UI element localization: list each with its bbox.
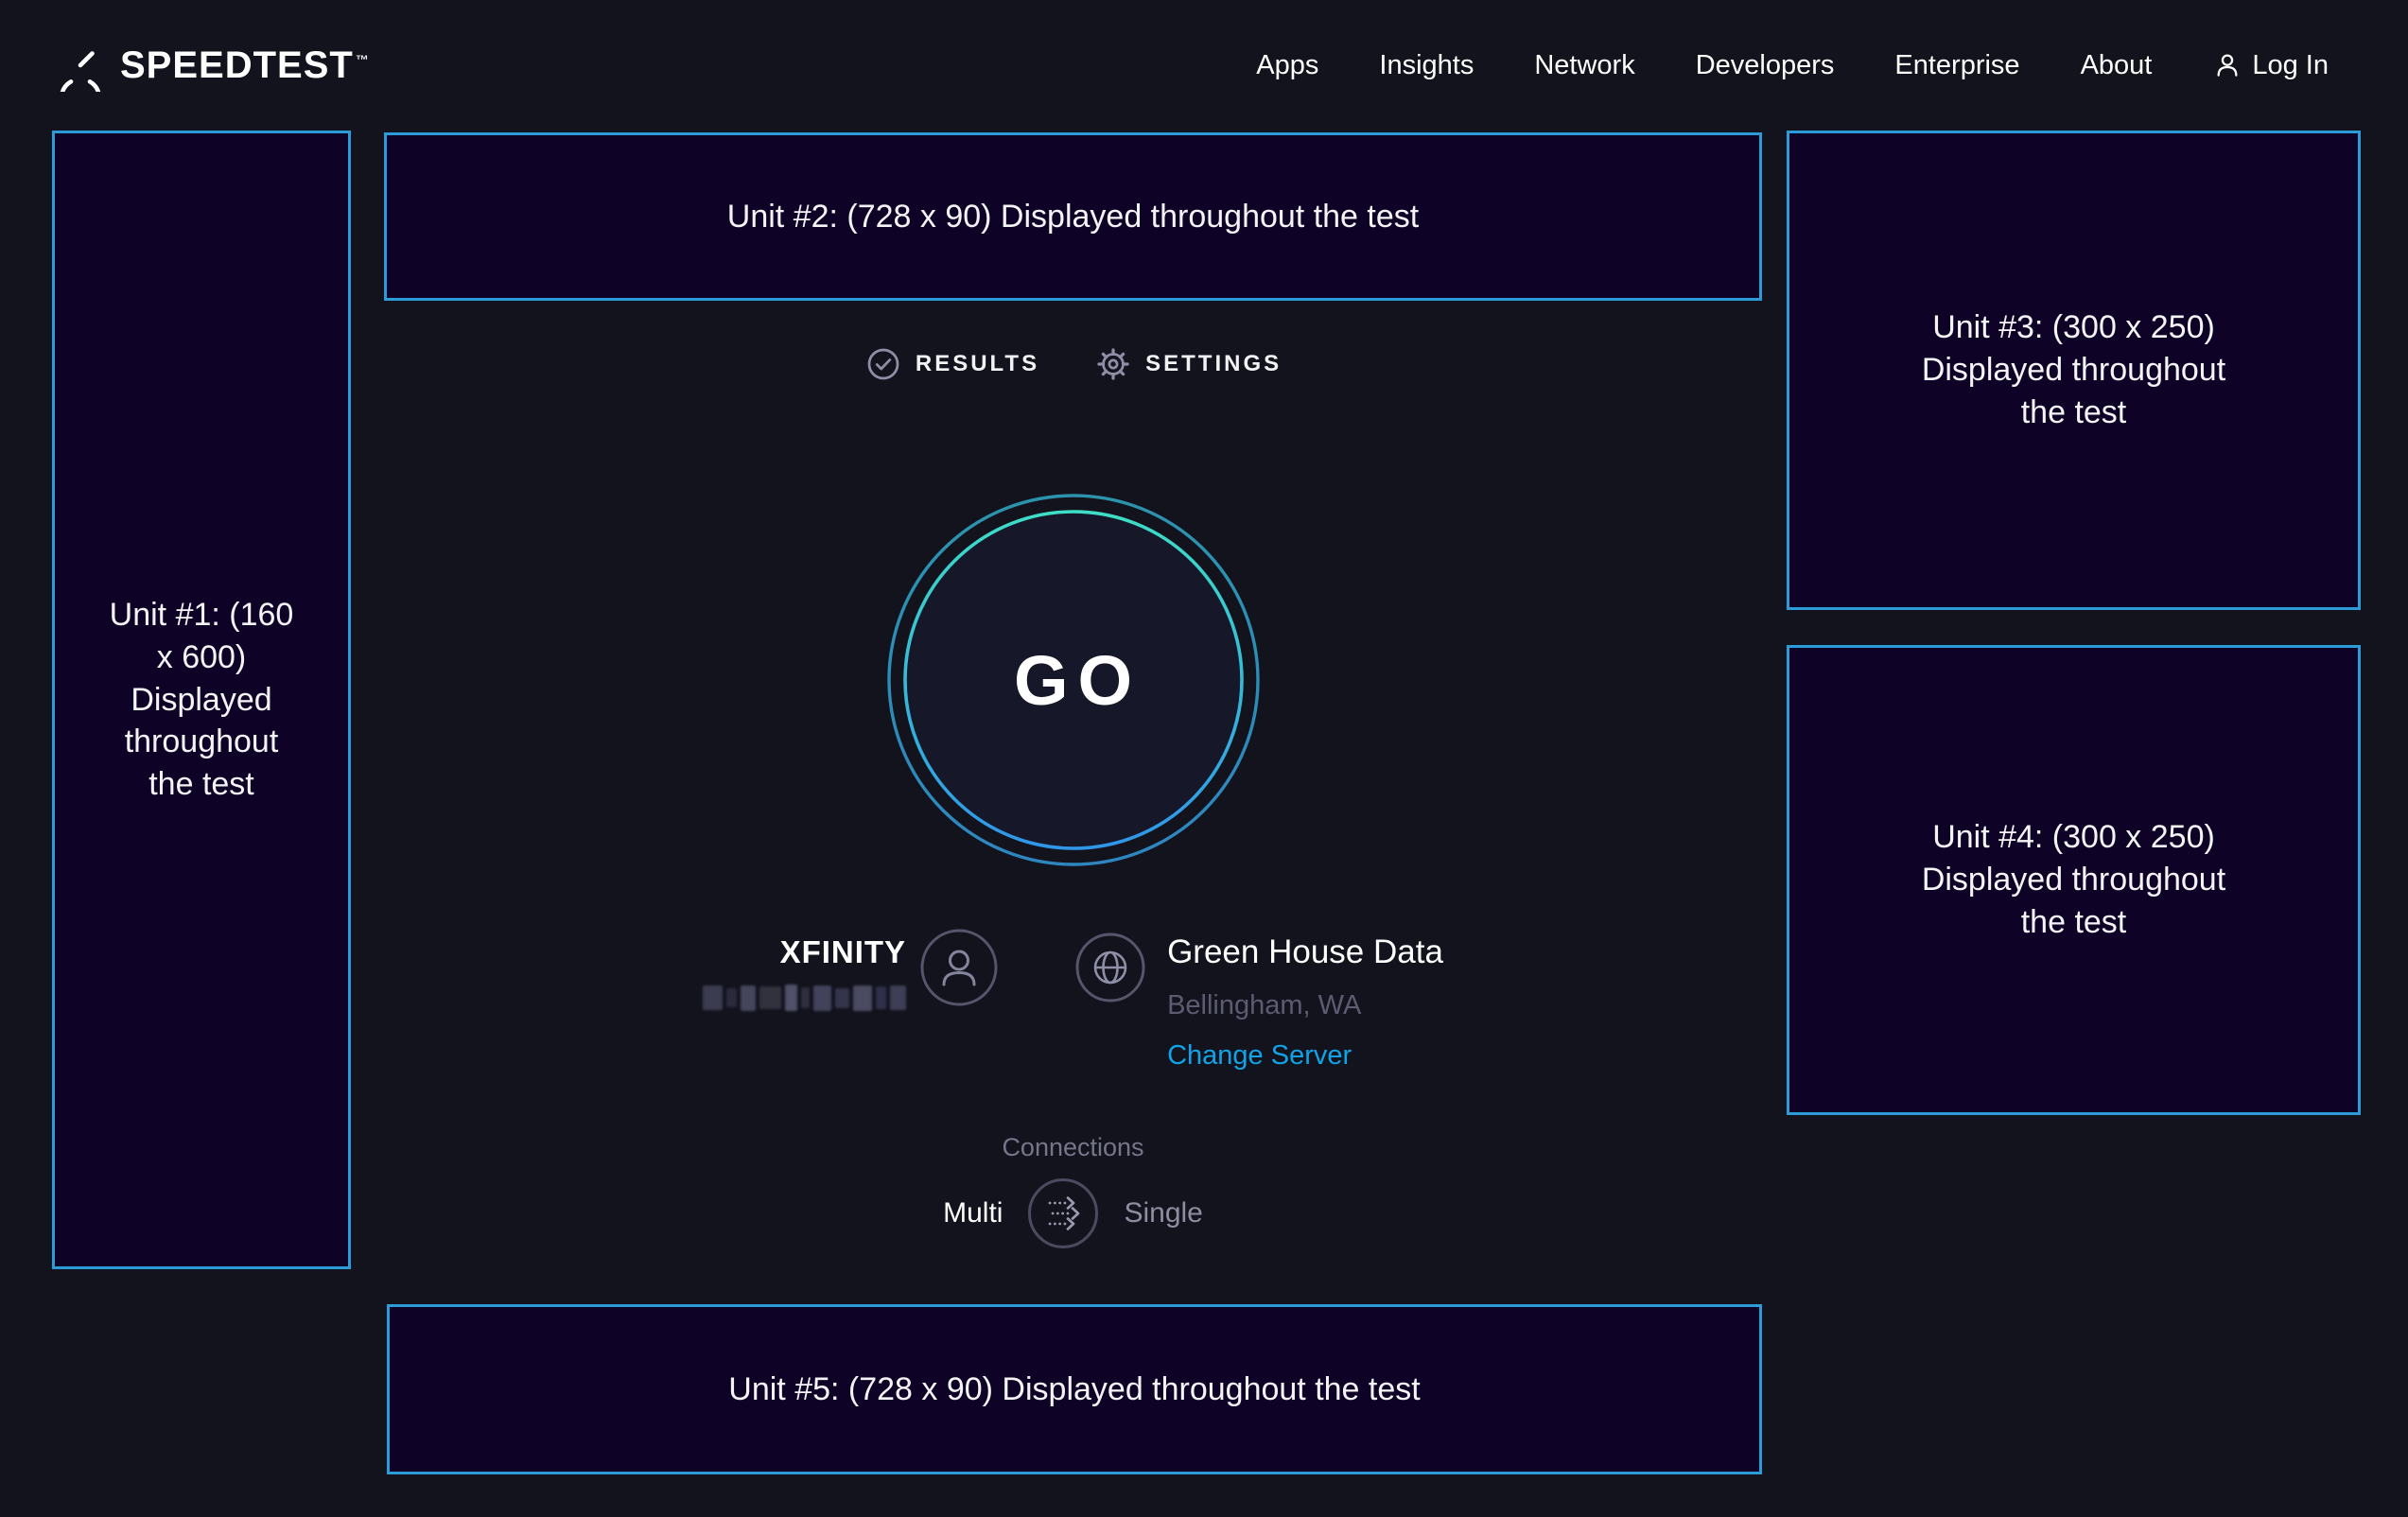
isp-name: XFINITY [780,933,907,971]
go-button[interactable]: GO [887,494,1260,866]
connections-label: Connections [384,1131,1762,1163]
speedtest-logo[interactable]: SPEEDTEST™ [54,39,368,92]
main-content: RESULTS [384,0,1762,1517]
connections-toggle-icon[interactable] [1027,1177,1099,1249]
ad-unit-4-text: Unit #4: (300 x 250) Displayed throughou… [1905,816,2243,944]
connections-single-label[interactable]: Single [1124,1197,1202,1229]
change-server-link[interactable]: Change Server [1167,1038,1443,1072]
tab-settings[interactable]: SETTINGS [1094,345,1282,383]
nav-item-about[interactable]: About [2081,50,2153,81]
server-info: Green House Data Bellingham, WA Change S… [1074,928,1443,1072]
globe-icon [1074,932,1146,1003]
ad-unit-1[interactable]: Unit #1: (160 x 600) Displayed throughou… [52,131,351,1269]
ad-unit-1-text: Unit #1: (160 x 600) Displayed throughou… [107,594,296,806]
connections-toggle-row: Multi Single [384,1177,1762,1249]
speedtest-page: SPEEDTEST™ Apps Insights Network Develop… [0,0,2408,1517]
user-icon [2212,50,2242,80]
tab-results-label: RESULTS [916,351,1039,377]
connection-info: XFINITY [384,928,1762,1072]
tab-results[interactable]: RESULTS [864,345,1039,383]
gear-icon [1094,345,1132,383]
ad-unit-3-text: Unit #3: (300 x 250) Displayed throughou… [1905,306,2243,434]
isp-info: XFINITY [703,928,999,1012]
ad-unit-3[interactable]: Unit #3: (300 x 250) Displayed throughou… [1787,131,2361,610]
server-location: Bellingham, WA [1167,988,1443,1022]
nav-item-enterprise[interactable]: Enterprise [1894,50,2019,81]
go-label: GO [887,494,1260,866]
user-circle-icon [919,928,999,1007]
logo-text: SPEEDTEST™ [120,44,368,87]
server-name: Green House Data [1167,932,1443,973]
ad-unit-4[interactable]: Unit #4: (300 x 250) Displayed throughou… [1787,645,2361,1115]
check-circle-icon [864,345,902,383]
trademark-mark: ™ [356,52,370,67]
connections-multi-label[interactable]: Multi [943,1197,1003,1229]
login-button[interactable]: Log In [2212,50,2329,81]
tab-bar: RESULTS [384,339,1762,390]
tab-settings-label: SETTINGS [1145,351,1282,377]
redacted-isp-details [703,984,906,1012]
login-label: Log In [2252,50,2329,81]
gauge-icon [54,39,107,92]
